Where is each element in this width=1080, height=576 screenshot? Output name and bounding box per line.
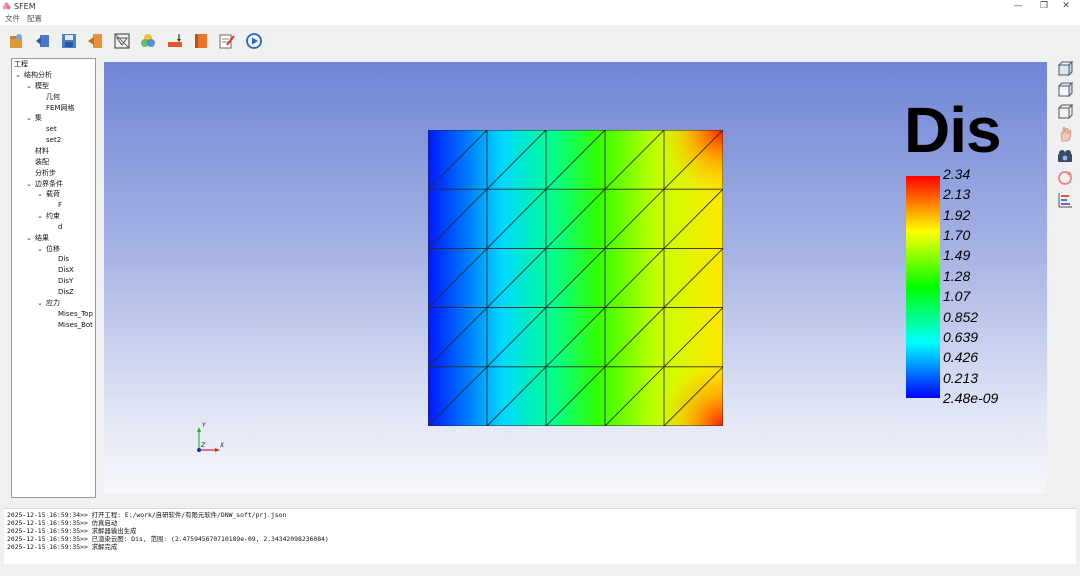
legend-value-label: 0.213 — [943, 369, 979, 386]
main-toolbar — [0, 25, 1080, 56]
log-console[interactable]: 2025-12-15 16:59:34>> 打开工程: E:/work/自研软件… — [4, 508, 1076, 564]
tree-item[interactable]: 集 — [35, 114, 42, 123]
tree-expand-chevron-icon[interactable]: ⌄ — [37, 212, 43, 221]
close-button[interactable]: ✕ — [1052, 0, 1080, 13]
tree-item[interactable]: DisZ — [58, 288, 74, 297]
tree-expand-chevron-icon[interactable]: ⌄ — [37, 190, 43, 199]
sfem-main-window: SFEM — ❐ ✕ 文件 配置 工程 ⌄ 结构分析 ⌄ 模型 几何 FEM网格… — [0, 0, 1080, 576]
axis-x-label: X — [220, 442, 225, 449]
legend-value-label: 1.49 — [943, 247, 971, 264]
legend-value-label: 2.34 — [943, 166, 971, 182]
tree-item[interactable]: F — [58, 201, 62, 210]
camera-icon[interactable] — [1056, 147, 1074, 165]
tree-item[interactable]: Dis — [58, 255, 69, 264]
tree-item[interactable]: DisX — [58, 266, 74, 275]
legend-value-label: 0.639 — [943, 328, 979, 345]
title-bar: SFEM — ❐ ✕ — [0, 0, 1080, 13]
tree-item[interactable]: 约束 — [46, 212, 60, 221]
import-geometry-icon[interactable] — [31, 29, 55, 53]
legend-value-label: 1.70 — [943, 227, 971, 244]
mesh-icon[interactable] — [110, 29, 134, 53]
tree-item[interactable]: 装配 — [35, 158, 49, 167]
edit-icon[interactable] — [215, 29, 239, 53]
log-line: 2025-12-15 16:59:34>> 打开工程: E:/work/自研软件… — [7, 511, 287, 519]
legend-value-label: 1.28 — [943, 267, 971, 284]
pan-hand-icon[interactable] — [1056, 125, 1074, 143]
app-logo-icon — [2, 2, 11, 10]
boundary-condition-icon[interactable] — [163, 29, 187, 53]
export-icon[interactable] — [83, 29, 107, 53]
view-iso-icon[interactable] — [1056, 81, 1074, 99]
tree-item[interactable]: FEM网格 — [46, 104, 75, 113]
tree-expand-chevron-icon[interactable]: ⌄ — [26, 114, 32, 123]
axis-y-label: Y — [202, 422, 206, 429]
tree-item[interactable]: 分析步 — [35, 169, 56, 178]
tree-item[interactable]: Mises_Top — [58, 310, 93, 319]
tree-item[interactable]: 几何 — [46, 93, 60, 102]
tree-expand-chevron-icon[interactable]: ⌄ — [26, 180, 32, 189]
tree-item[interactable]: 模型 — [35, 82, 49, 91]
tree-item[interactable]: 载荷 — [46, 190, 60, 199]
material-icon[interactable] — [136, 29, 160, 53]
view-front-icon[interactable] — [1056, 60, 1074, 78]
legend-value-label: 2.48e-09 — [943, 390, 999, 406]
run-icon[interactable] — [242, 29, 266, 53]
view-wireframe-icon[interactable] — [1056, 103, 1074, 121]
tree-item[interactable]: set2 — [46, 136, 61, 145]
tree-item[interactable]: 结构分析 — [24, 71, 52, 80]
book-icon[interactable] — [189, 29, 213, 53]
legend-value-label: 1.07 — [943, 288, 971, 305]
tree-item[interactable]: 应力 — [46, 299, 60, 308]
tree-expand-chevron-icon[interactable]: ⌄ — [37, 299, 43, 308]
legend-title: Dis — [904, 94, 1002, 166]
project-tree: 工程 ⌄ 结构分析 ⌄ 模型 几何 FEM网格 ⌄ 集 set set2 材料 装配 分析步 ⌄ 边界条件 ⌄… — [11, 58, 96, 498]
legend-value-label: 2.13 — [943, 186, 971, 203]
tree-item[interactable]: 结果 — [35, 234, 49, 243]
log-line: 2025-12-15 16:59:35>> 已渲染云图: Dis, 范围: (2… — [7, 535, 329, 543]
legend-value-label: 0.852 — [943, 308, 979, 325]
tree-item[interactable]: DisY — [58, 277, 73, 286]
save-icon[interactable] — [57, 29, 81, 53]
minimize-button[interactable]: — — [1004, 0, 1032, 13]
tree-item[interactable]: 位移 — [46, 245, 60, 254]
tree-root[interactable]: 工程 — [14, 60, 28, 69]
tree-item[interactable]: set — [46, 125, 57, 134]
menu-file[interactable]: 文件 — [5, 14, 20, 24]
tree-expand-chevron-icon[interactable]: ⌄ — [26, 234, 32, 243]
tree-expand-chevron-icon[interactable]: ⌄ — [26, 82, 32, 91]
window-title: SFEM — [14, 2, 36, 11]
menu-bar: 文件 配置 — [0, 13, 1080, 25]
legend-value-label: 1.92 — [943, 206, 971, 223]
color-bar — [906, 176, 940, 398]
new-project-icon[interactable] — [4, 29, 28, 53]
fem-mesh-contour — [428, 130, 723, 426]
tree-expand-chevron-icon[interactable]: ⌄ — [15, 71, 21, 80]
menu-config[interactable]: 配置 — [27, 14, 42, 24]
chart-icon[interactable] — [1056, 191, 1074, 209]
render-viewport[interactable]: Dis 2.34 2.13 1.92 1.70 1.49 1.28 1.07 0.852 0.6… — [104, 62, 1047, 493]
legend-value-label: 0.426 — [943, 349, 979, 366]
tree-item[interactable]: 材料 — [35, 147, 49, 156]
status-bar — [0, 564, 1080, 576]
tree-item[interactable]: Mises_Bot — [58, 321, 93, 330]
tree-expand-chevron-icon[interactable]: ⌄ — [37, 245, 43, 254]
rotate-icon[interactable] — [1056, 169, 1074, 187]
axis-z-label: Z — [201, 442, 206, 449]
axes-triad — [197, 427, 220, 452]
log-line: 2025-12-15 16:59:35>> 求解器输出生成 — [7, 527, 137, 535]
tree-item[interactable]: 边界条件 — [35, 180, 63, 189]
tree-item[interactable]: d — [58, 223, 62, 232]
log-line: 2025-12-15 16:59:35>> 仿真启动 — [7, 519, 118, 527]
log-line: 2025-12-15 16:59:35>> 求解完成 — [7, 543, 118, 551]
